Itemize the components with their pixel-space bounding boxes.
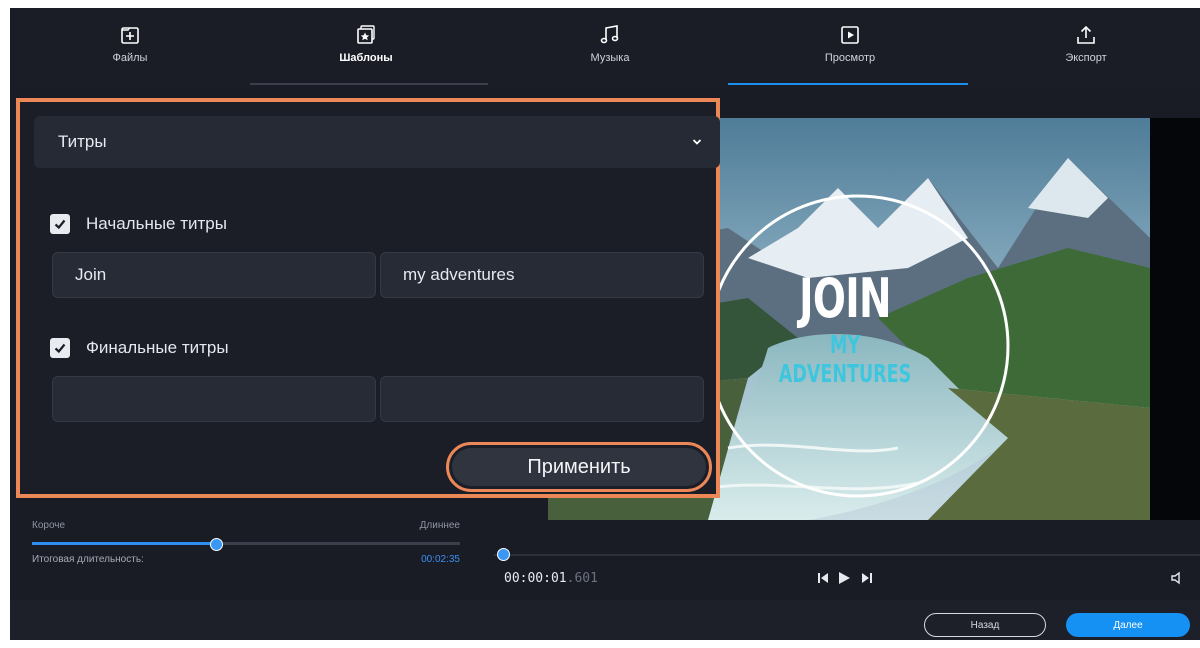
total-duration-value: 00:02:35 xyxy=(421,554,460,565)
timecode-display: 00:00:01.601 xyxy=(504,571,598,586)
tab-music[interactable]: Музыка xyxy=(550,8,670,86)
export-icon xyxy=(1077,25,1095,44)
preview-letterbox xyxy=(1150,118,1200,520)
tab-export[interactable]: Экспорт xyxy=(1026,8,1146,86)
playback-seek-bar[interactable] xyxy=(494,554,1200,556)
closing-titles-label: Финальные титры xyxy=(86,338,229,357)
tab-files-label: Файлы xyxy=(112,52,148,64)
closing-title-line2-input[interactable] xyxy=(380,376,704,422)
opening-title-line2-input[interactable]: my adventures xyxy=(380,252,704,298)
add-file-icon xyxy=(121,27,139,44)
total-duration-label: Итоговая длительность: xyxy=(32,554,144,565)
templates-icon xyxy=(357,25,375,44)
tab-files[interactable]: Файлы xyxy=(70,8,190,86)
app-window: Файлы Шаблоны Музыка Просмотр Экспорт JO… xyxy=(10,8,1200,640)
back-button[interactable]: Назад xyxy=(924,613,1046,637)
tab-preview-label: Просмотр xyxy=(824,52,876,64)
titles-section-label: Титры xyxy=(58,132,107,151)
opening-titles-checkbox[interactable] xyxy=(50,214,70,234)
opening-titles-row: Начальные титры xyxy=(50,214,227,234)
tab-preview[interactable]: Просмотр xyxy=(790,8,910,86)
timecode-ms: .601 xyxy=(566,571,598,586)
duration-slider-handle[interactable] xyxy=(210,538,224,551)
next-frame-icon[interactable] xyxy=(860,571,874,585)
music-note-icon xyxy=(600,25,619,44)
duration-slider-fill xyxy=(32,542,217,545)
next-button[interactable]: Далее xyxy=(1066,613,1190,637)
timecode-main: 00:00:01 xyxy=(504,571,567,586)
opening-titles-label: Начальные титры xyxy=(86,214,227,233)
preview-title-line2: MY ADVENTURES xyxy=(778,330,912,388)
apply-button-label: Применить xyxy=(452,448,706,486)
tab-preview-underline xyxy=(728,83,968,85)
chevron-down-icon xyxy=(692,139,702,145)
preview-title-line1: JOIN xyxy=(799,267,891,330)
checkmark-icon xyxy=(54,219,66,230)
closing-titles-row: Финальные титры xyxy=(50,338,229,358)
main-toolbar: Файлы Шаблоны Музыка Просмотр Экспорт xyxy=(10,8,1200,86)
titles-section-dropdown[interactable]: Титры xyxy=(34,116,720,168)
playback-position-handle[interactable] xyxy=(497,548,510,561)
duration-longer-label: Длиннее xyxy=(419,520,460,531)
volume-icon[interactable] xyxy=(1170,571,1184,585)
closing-title-line1-input[interactable] xyxy=(52,376,376,422)
tab-templates-label: Шаблоны xyxy=(339,52,393,64)
tab-templates-underline xyxy=(250,83,488,85)
play-icon[interactable] xyxy=(836,571,852,585)
tab-music-label: Музыка xyxy=(590,52,630,64)
duration-slider[interactable] xyxy=(32,538,460,551)
apply-button[interactable]: Применить xyxy=(446,442,712,492)
play-preview-icon xyxy=(841,26,859,44)
checkmark-icon xyxy=(54,343,66,354)
opening-title-line1-input[interactable]: Join xyxy=(52,252,376,298)
tab-templates[interactable]: Шаблоны xyxy=(306,8,426,86)
previous-frame-icon[interactable] xyxy=(816,571,830,585)
tab-export-label: Экспорт xyxy=(1065,52,1107,64)
closing-titles-checkbox[interactable] xyxy=(50,338,70,358)
duration-shorter-label: Короче xyxy=(32,520,66,531)
titles-panel: Титры Начальные титры Join my adventures… xyxy=(16,98,720,498)
